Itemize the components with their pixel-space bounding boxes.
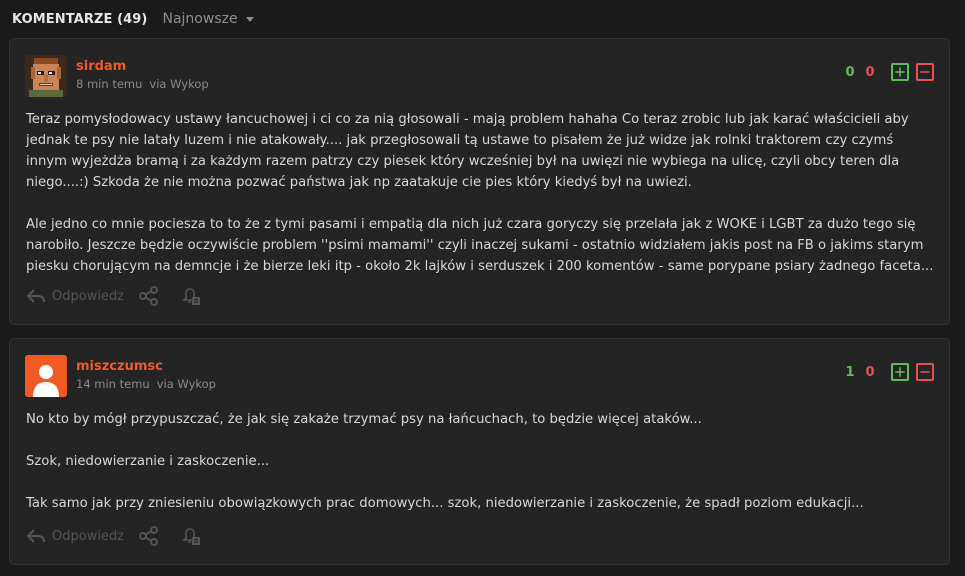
minus-count: 0 [865,364,875,380]
comment-meta: 8 min temu via Wykop [76,77,209,91]
notification-bell-icon[interactable] [180,286,202,306]
avatar[interactable] [25,55,67,97]
downvote-button[interactable] [916,63,934,81]
comment-paragraph: No kto by mógł przypuszczać, że jak się … [26,412,702,427]
caret-down-icon [245,16,254,22]
comment-paragraph: Szok, niedowierzanie i zaskoczenie... [26,454,270,469]
comment-paragraph: Teraz pomysłodowacy ustawy łancuchowej i… [26,112,909,190]
comment-time: 8 min temu [76,77,143,91]
comment-card: miszczumsc 14 min temu via Wykop 1 0 No k… [9,338,950,565]
reply-button[interactable]: Odpowiedz [26,287,124,305]
share-icon[interactable] [138,526,160,546]
comment-source: via Wykop [156,377,216,391]
vote-box: 0 0 [840,63,934,81]
sort-dropdown[interactable]: Najnowsze [162,11,254,27]
reply-label: Odpowiedz [52,288,125,304]
comment-actions: Odpowiedz [26,286,202,306]
minus-count: 0 [865,64,875,80]
reply-label: Odpowiedz [52,528,125,544]
author-name[interactable]: miszczumsc [76,359,163,374]
plus-count: 0 [845,64,855,80]
share-icon[interactable] [138,286,160,306]
comment-time: 14 min temu [76,377,150,391]
downvote-button[interactable] [916,363,934,381]
reply-icon [26,529,45,543]
default-user-avatar-icon [25,355,67,397]
comment-body: No kto by mógł przypuszczać, że jak się … [26,409,935,535]
reply-icon [26,289,45,303]
comment-paragraph: Ale jedno co mnie pociesza to to że z ty… [26,217,934,274]
comments-title: KOMENTARZE (49) [12,11,148,27]
plus-count: 1 [845,364,855,380]
vote-box: 1 0 [840,363,934,381]
sort-label: Najnowsze [162,11,238,27]
comment-source: via Wykop [149,77,209,91]
reply-button[interactable]: Odpowiedz [26,527,124,545]
author-name[interactable]: sirdam [76,59,126,74]
comment-card: sirdam 8 min temu via Wykop 0 0 Teraz pom… [9,38,950,325]
pixel-face-avatar-icon [25,55,67,97]
avatar[interactable] [25,355,67,397]
comments-header: KOMENTARZE (49) Najnowsze [12,9,254,29]
comment-paragraph: Tak samo jak przy zniesieniu obowiązkowy… [26,496,864,511]
comment-actions: Odpowiedz [26,526,202,546]
comment-meta: 14 min temu via Wykop [76,377,216,391]
upvote-button[interactable] [891,363,909,381]
notification-bell-icon[interactable] [180,526,202,546]
comment-body: Teraz pomysłodowacy ustawy łancuchowej i… [26,109,935,298]
upvote-button[interactable] [891,63,909,81]
